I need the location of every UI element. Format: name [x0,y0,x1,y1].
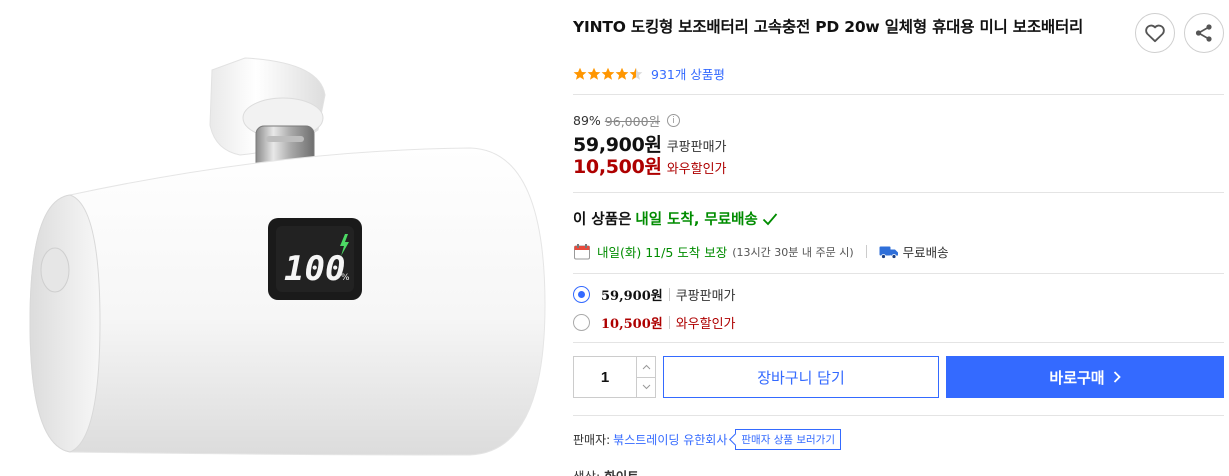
color-value: 화이트 [604,466,639,476]
radio-button-selected[interactable] [573,286,590,303]
option-wow-price[interactable]: 10,500원 와우할인가 [573,313,736,332]
seller-products-link[interactable]: 판매자 상품 보러가기 [735,429,842,450]
add-to-cart-button[interactable]: 장바구니 담기 [663,356,939,398]
free-shipping-label: 무료배송 [902,245,949,260]
color-option-row: 색상: 화이트 [573,466,639,476]
chevron-up-icon [642,364,650,370]
option-label: 와우할인가 [675,317,736,332]
product-info-panel: YINTO 도킹형 보조배터리 고속충전 PD 20w 일체형 휴대용 미니 보… [573,0,1229,476]
quantity-decrease-button[interactable] [637,378,655,398]
quantity-input[interactable] [574,357,636,397]
battery-percent-unit: % [341,273,350,283]
info-icon[interactable]: i [667,114,681,127]
heart-icon [1145,24,1165,43]
original-price: 96,000원 [604,114,661,129]
star-rating [573,67,645,81]
buy-now-label: 바로구매 [1049,368,1105,387]
seller-name-link[interactable]: 붂스트레이딩 유한회사 [613,431,727,448]
power-bank-illustration: 100 % [29,57,546,456]
seller-row: 판매자: 붂스트레이딩 유한회사 판매자 상품 보러가기 [573,429,842,450]
delivery-date: 내일(화) 11/5 도착 보장 [597,245,728,260]
review-count-link[interactable]: 931개 상품평 [651,64,725,83]
quantity-step-buttons [636,357,655,397]
quantity-stepper[interactable] [573,356,656,398]
product-title: YINTO 도킹형 보조배터리 고속충전 PD 20w 일체형 휴대용 미니 보… [573,18,1084,36]
divider [573,192,1224,193]
quantity-increase-button[interactable] [637,357,655,378]
option-label: 쿠팡판매가 [675,289,736,304]
delivery-headline-highlight: 내일 도착, 무료배송 [635,212,758,228]
star-icons [573,67,643,80]
chevron-down-icon [642,384,650,390]
chevron-right-icon [1113,371,1121,383]
separator [865,245,867,258]
divider [573,342,1224,343]
separator [668,316,670,329]
share-button[interactable] [1184,13,1224,53]
rating-row[interactable]: 931개 상품평 [573,64,725,83]
delivery-headline-prefix: 이 상품은 [573,212,632,228]
buy-now-button[interactable]: 바로구매 [946,356,1224,398]
share-icon [1195,24,1212,42]
order-deadline: (13시간 30분 내 주문 시) [732,245,854,259]
color-label: 색상: [573,466,600,476]
divider [573,415,1224,416]
discount-row: 89% 96,000원 i [573,111,681,130]
divider [573,94,1224,95]
delivery-detail-row: 내일(화) 11/5 도착 보장 (13시간 30분 내 주문 시) 무료배송 [573,242,949,261]
wow-price-label: 와우할인가 [666,162,727,177]
product-image: 100 % [0,0,560,476]
delivery-truck-icon [879,246,898,259]
delivery-headline: 이 상품은 내일 도착, 무료배송 [573,208,778,229]
separator [668,288,670,301]
wow-price-row: 10,500원 와우할인가 [573,152,727,179]
divider [573,273,1224,274]
radio-button[interactable] [573,314,590,331]
calendar-icon [574,243,590,259]
checkmark-icon [762,212,777,225]
battery-percent-readout: 100 [284,249,345,289]
wishlist-button[interactable] [1135,13,1175,53]
option-coupang-price[interactable]: 59,900원 쿠팡판매가 [573,285,736,304]
option-price: 10,500원 [601,317,663,332]
wow-price: 10,500원 [573,156,662,178]
option-price: 59,900원 [601,289,663,304]
discount-rate: 89% [573,113,601,128]
seller-label: 판매자: [573,433,611,447]
